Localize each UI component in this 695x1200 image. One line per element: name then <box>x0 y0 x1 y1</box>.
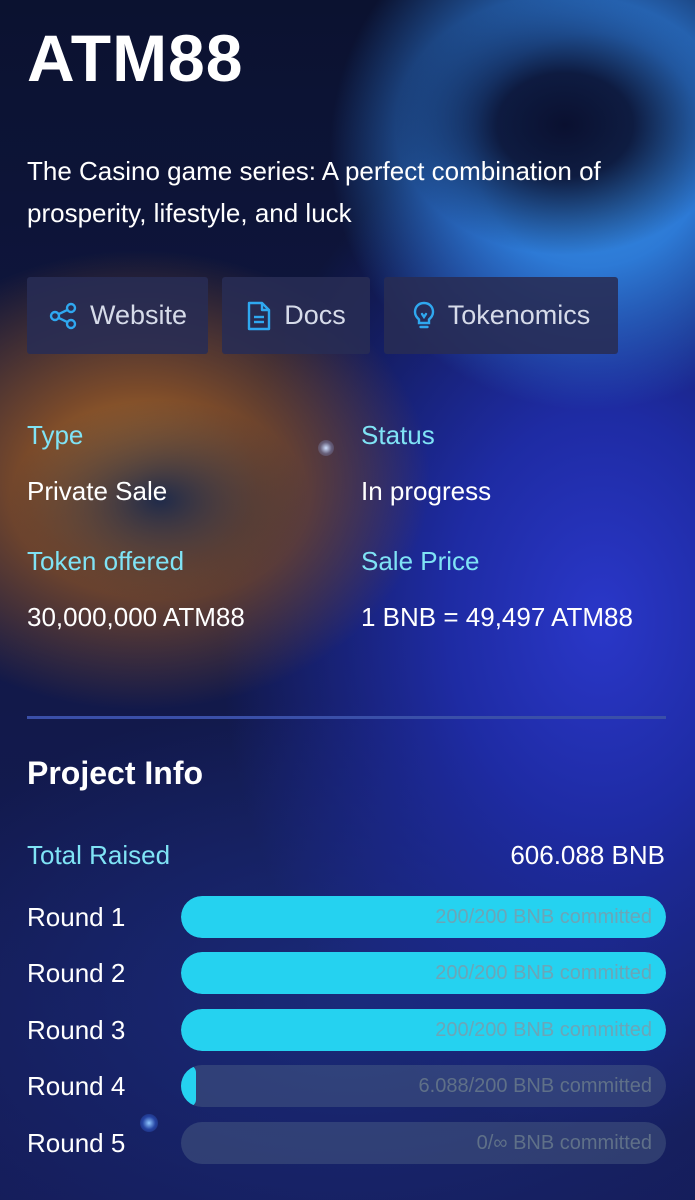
round-progress-bar: 0/∞ BNB committed <box>181 1122 666 1164</box>
docs-button-label: Docs <box>284 300 346 330</box>
round-progress-bar: 200/200 BNB committed <box>181 1009 666 1051</box>
token-offered-value: 30,000,000 ATM88 <box>27 602 245 632</box>
round-label: Round 4 <box>27 1071 126 1101</box>
share-icon <box>48 301 78 331</box>
website-button-label: Website <box>89 300 188 330</box>
round-row: Round 1 200/200 BNB committed <box>0 896 695 938</box>
sale-price-value: 1 BNB = 49,497 ATM88 <box>361 602 633 632</box>
total-raised-label: Total Raised <box>27 840 171 870</box>
round-committed-text: 200/200 BNB committed <box>435 1019 652 1041</box>
project-description: The Casino game series: A perfect combin… <box>27 156 601 228</box>
status-value: In progress <box>361 476 492 506</box>
round-committed-text: 6.088/200 BNB committed <box>418 1075 652 1097</box>
tokenomics-button-label: Tokenomics <box>447 300 591 330</box>
docs-button[interactable]: Docs <box>222 277 370 354</box>
document-icon <box>246 301 272 331</box>
round-committed-text: 0/∞ BNB committed <box>476 1132 652 1154</box>
sale-price-label: Sale Price <box>361 546 480 576</box>
round-row: Round 3 200/200 BNB committed <box>0 1009 695 1051</box>
round-row: Round 5 0/∞ BNB committed <box>0 1122 695 1164</box>
round-label: Round 3 <box>27 1015 126 1045</box>
section-divider <box>27 716 666 719</box>
tokenomics-button[interactable]: Tokenomics <box>384 277 618 354</box>
round-progress-bar: 200/200 BNB committed <box>181 896 666 938</box>
round-progress-fill <box>181 1065 196 1107</box>
round-row: Round 2 200/200 BNB committed <box>0 952 695 994</box>
round-progress-bar: 6.088/200 BNB committed <box>181 1065 666 1107</box>
round-label: Round 1 <box>27 902 126 932</box>
lightbulb-icon <box>412 301 436 331</box>
type-value: Private Sale <box>27 476 168 506</box>
status-label: Status <box>361 420 435 450</box>
round-label: Round 2 <box>27 958 126 988</box>
project-title: ATM88 <box>27 21 244 95</box>
project-page: ATM88 The Casino game series: A perfect … <box>0 0 695 1200</box>
round-label: Round 5 <box>27 1128 126 1158</box>
total-raised-value: 606.088 BNB <box>510 840 665 870</box>
project-info-heading: Project Info <box>27 755 204 791</box>
website-button[interactable]: Website <box>27 277 208 354</box>
token-offered-label: Token offered <box>27 546 185 576</box>
round-row: Round 4 6.088/200 BNB committed <box>0 1065 695 1107</box>
round-committed-text: 200/200 BNB committed <box>435 962 652 984</box>
round-committed-text: 200/200 BNB committed <box>435 906 652 928</box>
round-progress-bar: 200/200 BNB committed <box>181 952 666 994</box>
type-label: Type <box>27 420 84 450</box>
